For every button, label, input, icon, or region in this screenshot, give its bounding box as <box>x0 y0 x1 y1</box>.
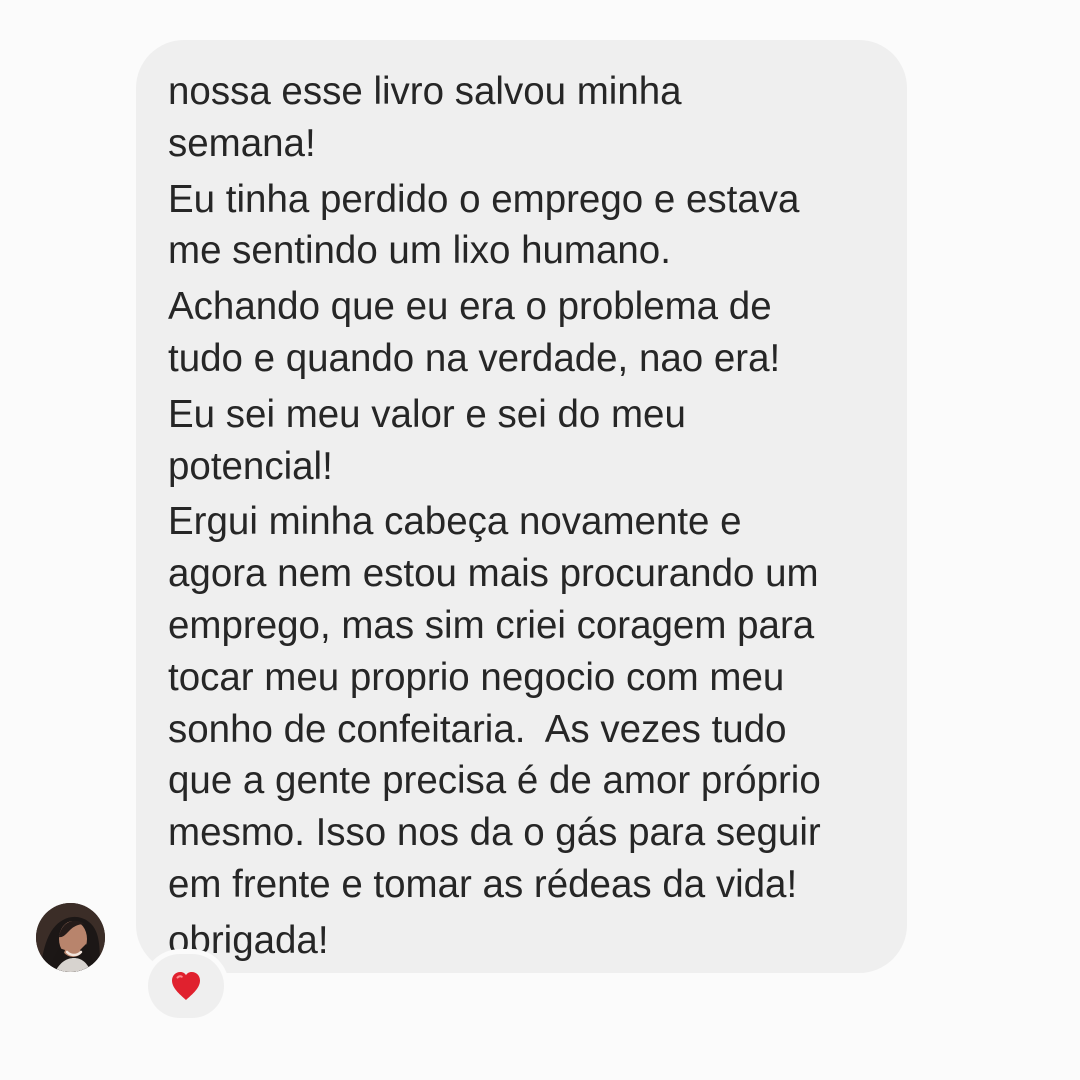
message-paragraph-2: Eu tinha perdido o emprego e estava me s… <box>168 177 800 273</box>
reaction-badge[interactable] <box>148 954 224 1018</box>
message-paragraph-4: Eu sei meu valor e sei do meu potencial! <box>168 392 686 488</box>
message-paragraph-5: Ergui minha cabeça novamente e agora nem… <box>168 500 821 906</box>
avatar-photo-icon <box>36 903 105 972</box>
message-bubble[interactable]: nossa esse livro salvou minha semana! Eu… <box>136 40 907 973</box>
message-paragraph-1: nossa esse livro salvou minha semana! <box>168 70 682 165</box>
message-paragraph-6: obrigada! <box>168 918 329 962</box>
sender-avatar[interactable] <box>36 903 105 972</box>
heart-icon <box>172 972 200 1000</box>
incoming-message-row: nossa esse livro salvou minha semana! Eu… <box>0 0 1080 1080</box>
message-paragraph-3: Achando que eu era o problema de tudo e … <box>168 285 781 380</box>
direct-message-screen: nossa esse livro salvou minha semana! Eu… <box>0 0 1080 1080</box>
